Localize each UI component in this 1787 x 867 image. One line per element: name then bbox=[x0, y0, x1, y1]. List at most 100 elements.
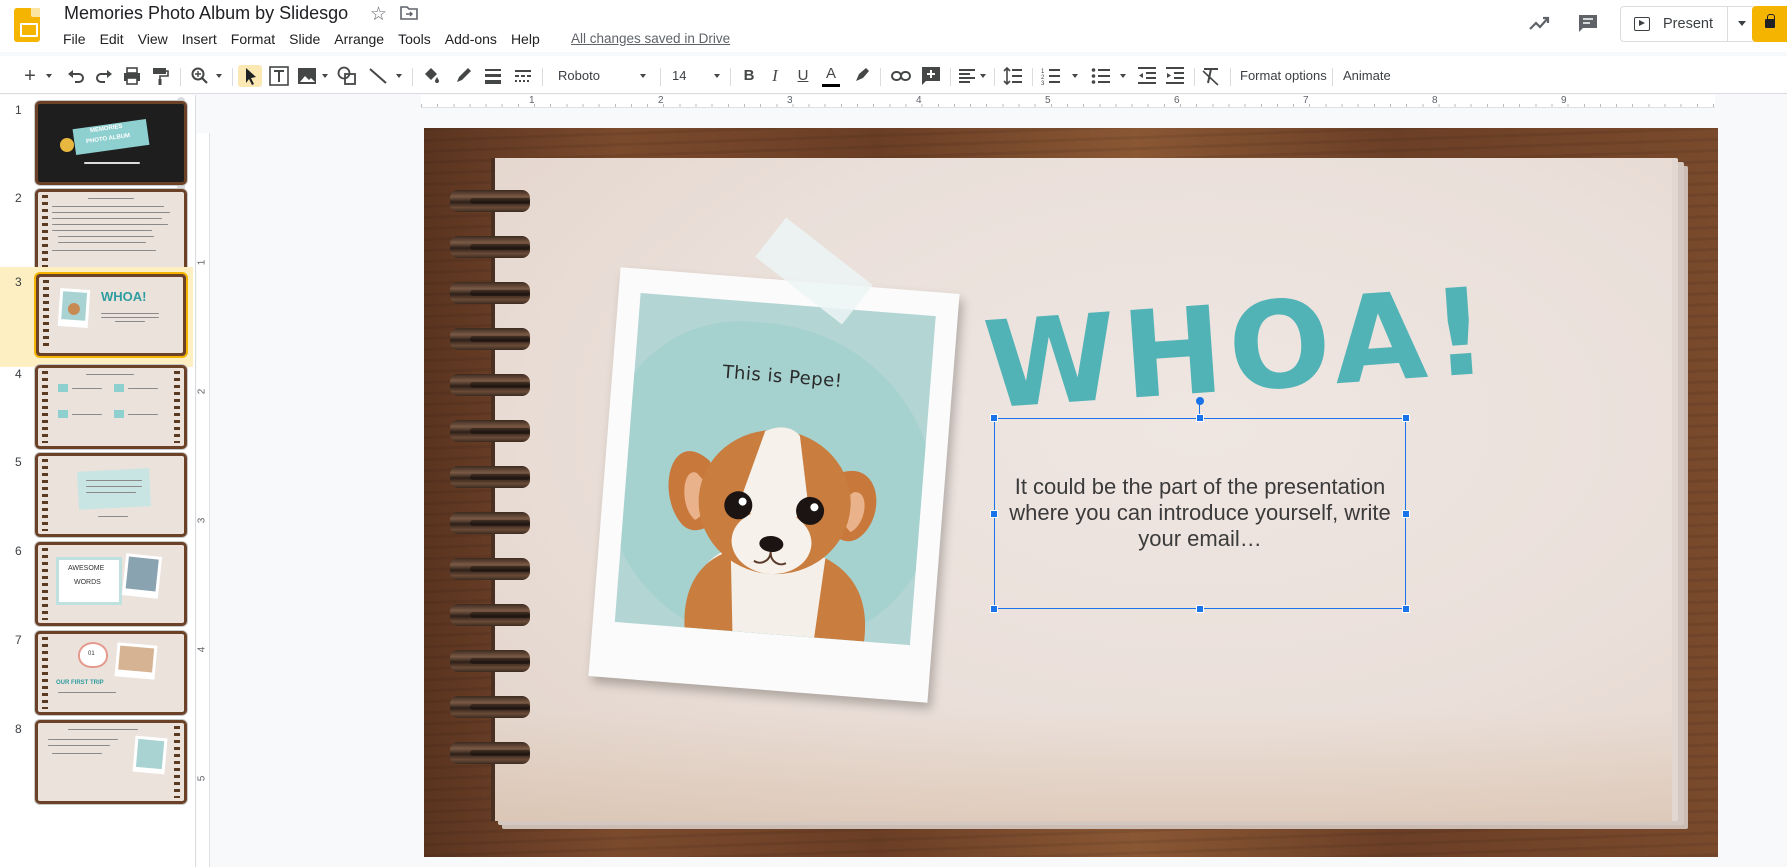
slide-thumbnail[interactable]: 01 OUR FIRST TRIP bbox=[34, 630, 188, 716]
new-slide-layout-caret-icon[interactable] bbox=[46, 74, 52, 78]
resize-handle-bottom-right[interactable] bbox=[1402, 605, 1410, 613]
text-color-icon[interactable]: A bbox=[822, 65, 840, 87]
bulleted-list-icon[interactable] bbox=[1090, 65, 1112, 87]
thumbnail-photo bbox=[125, 556, 159, 592]
star-icon[interactable]: ☆ bbox=[370, 3, 387, 26]
thumbnail-text-line bbox=[52, 206, 164, 207]
dog-photo[interactable]: This is Pepe! bbox=[614, 292, 936, 646]
paint-format-icon[interactable] bbox=[150, 65, 170, 87]
slide-thumbnail[interactable] bbox=[34, 188, 188, 274]
bold-icon[interactable]: B bbox=[740, 65, 758, 87]
fill-color-icon[interactable] bbox=[420, 65, 442, 87]
numbered-list-icon[interactable]: 123 bbox=[1040, 65, 1062, 87]
thumbnail-content: WHOA! bbox=[39, 277, 183, 353]
document-title[interactable]: Memories Photo Album by Slidesgo bbox=[64, 3, 348, 24]
border-dash-icon[interactable] bbox=[512, 65, 534, 87]
activity-dashboard-icon[interactable] bbox=[1528, 14, 1550, 32]
rotation-handle[interactable] bbox=[1196, 397, 1204, 405]
border-weight-icon[interactable] bbox=[482, 65, 504, 87]
thumbnail-content bbox=[38, 723, 184, 801]
menu-insert[interactable]: Insert bbox=[175, 30, 224, 48]
font-size-caret-icon[interactable] bbox=[714, 74, 720, 78]
shape-icon[interactable] bbox=[336, 65, 358, 87]
slide-thumbnail[interactable] bbox=[34, 719, 188, 805]
resize-handle-top[interactable] bbox=[1196, 414, 1204, 422]
menu-file[interactable]: File bbox=[56, 30, 93, 48]
resize-handle-bottom[interactable] bbox=[1196, 605, 1204, 613]
menu-help[interactable]: Help bbox=[504, 30, 547, 48]
format-options-button[interactable]: Format options bbox=[1240, 65, 1327, 87]
thumbnail-spiral bbox=[42, 195, 48, 267]
insert-image-icon[interactable] bbox=[296, 65, 318, 87]
polaroid-photo-frame[interactable]: This is Pepe! bbox=[588, 267, 960, 703]
slide-thumbnail[interactable]: WHOA! bbox=[34, 272, 188, 358]
resize-handle-left[interactable] bbox=[990, 510, 998, 518]
slide-thumbnail[interactable]: MEMORIES PHOTO ALBUM bbox=[34, 100, 188, 186]
filmstrip-slide-8[interactable]: 8 bbox=[0, 714, 193, 814]
underline-icon[interactable]: U bbox=[794, 65, 812, 87]
slide-canvas[interactable]: 1 2 3 4 5 6 7 8 9 1 2 3 4 5 This is Pepe… bbox=[196, 95, 1787, 867]
menu-arrange[interactable]: Arrange bbox=[327, 30, 391, 48]
text-box-icon[interactable] bbox=[268, 65, 290, 87]
numbered-list-caret-icon[interactable] bbox=[1072, 74, 1078, 78]
resize-handle-top-right[interactable] bbox=[1402, 414, 1410, 422]
filmstrip-slide-1[interactable]: 1 MEMORIES PHOTO ALBUM bbox=[0, 95, 193, 195]
menu-addons[interactable]: Add-ons bbox=[438, 30, 504, 48]
present-dropdown-caret-icon[interactable] bbox=[1738, 21, 1746, 26]
filmstrip-slide-5[interactable]: 5 bbox=[0, 447, 193, 547]
animate-button[interactable]: Animate bbox=[1343, 65, 1391, 87]
title-bar: Memories Photo Album by Slidesgo ☆ File … bbox=[0, 0, 1787, 52]
menu-view[interactable]: View bbox=[131, 30, 175, 48]
filmstrip-slide-6[interactable]: 6 AWESOME WORDS bbox=[0, 536, 193, 636]
align-caret-icon[interactable] bbox=[980, 74, 986, 78]
line-icon[interactable] bbox=[366, 65, 390, 87]
highlight-color-icon[interactable] bbox=[852, 65, 872, 87]
present-label: Present bbox=[1663, 16, 1713, 32]
bulleted-list-caret-icon[interactable] bbox=[1120, 74, 1126, 78]
present-button[interactable]: Present bbox=[1620, 6, 1756, 42]
slide-thumbnail[interactable] bbox=[34, 364, 188, 450]
font-family-caret-icon[interactable] bbox=[640, 74, 646, 78]
share-button[interactable] bbox=[1752, 6, 1787, 42]
menu-slide[interactable]: Slide bbox=[282, 30, 327, 48]
zoom-caret-icon[interactable] bbox=[216, 74, 222, 78]
slide-thumbnail[interactable] bbox=[34, 452, 188, 538]
save-status-link[interactable]: All changes saved in Drive bbox=[571, 31, 730, 46]
comments-icon[interactable] bbox=[1578, 14, 1598, 33]
slide-thumbnail[interactable]: AWESOME WORDS bbox=[34, 541, 188, 627]
menu-tools[interactable]: Tools bbox=[391, 30, 438, 48]
italic-icon[interactable]: I bbox=[766, 65, 784, 87]
clear-formatting-icon[interactable] bbox=[1200, 65, 1222, 87]
slides-logo-icon[interactable] bbox=[14, 8, 40, 42]
image-caret-icon[interactable] bbox=[322, 74, 328, 78]
new-slide-icon[interactable]: + bbox=[20, 65, 40, 87]
lock-icon bbox=[1765, 14, 1775, 28]
undo-icon[interactable] bbox=[66, 65, 86, 87]
current-slide[interactable]: This is Pepe! WHOA! It could be the part… bbox=[424, 128, 1718, 857]
menu-format[interactable]: Format bbox=[224, 30, 282, 48]
increase-indent-icon[interactable] bbox=[1164, 65, 1186, 87]
move-to-folder-icon[interactable] bbox=[400, 6, 418, 20]
thumbnail-text-line bbox=[48, 745, 110, 746]
align-icon[interactable] bbox=[956, 65, 978, 87]
print-icon[interactable] bbox=[122, 65, 142, 87]
filmstrip-slide-7[interactable]: 7 01 OUR FIRST TRIP bbox=[0, 625, 193, 725]
insert-link-icon[interactable] bbox=[890, 65, 912, 87]
insert-comment-icon[interactable] bbox=[920, 65, 942, 87]
line-spacing-icon[interactable] bbox=[1002, 65, 1024, 87]
select-tool-icon[interactable] bbox=[238, 65, 262, 87]
zoom-icon[interactable] bbox=[190, 65, 210, 87]
redo-icon[interactable] bbox=[94, 65, 114, 87]
resize-handle-bottom-left[interactable] bbox=[990, 605, 998, 613]
thumbnail-text-line bbox=[101, 313, 159, 314]
resize-handle-top-left[interactable] bbox=[990, 414, 998, 422]
border-color-icon[interactable] bbox=[452, 65, 474, 87]
horizontal-ruler[interactable]: 1 2 3 4 5 6 7 8 9 bbox=[421, 95, 1715, 108]
menu-edit[interactable]: Edit bbox=[93, 30, 131, 48]
filmstrip-slide-4[interactable]: 4 bbox=[0, 359, 193, 459]
resize-handle-right[interactable] bbox=[1402, 510, 1410, 518]
line-caret-icon[interactable] bbox=[396, 74, 402, 78]
decrease-indent-icon[interactable] bbox=[1136, 65, 1158, 87]
filmstrip-slide-3[interactable]: 3 WHOA! bbox=[0, 267, 193, 367]
vertical-ruler[interactable]: 1 2 3 4 5 bbox=[196, 133, 210, 867]
